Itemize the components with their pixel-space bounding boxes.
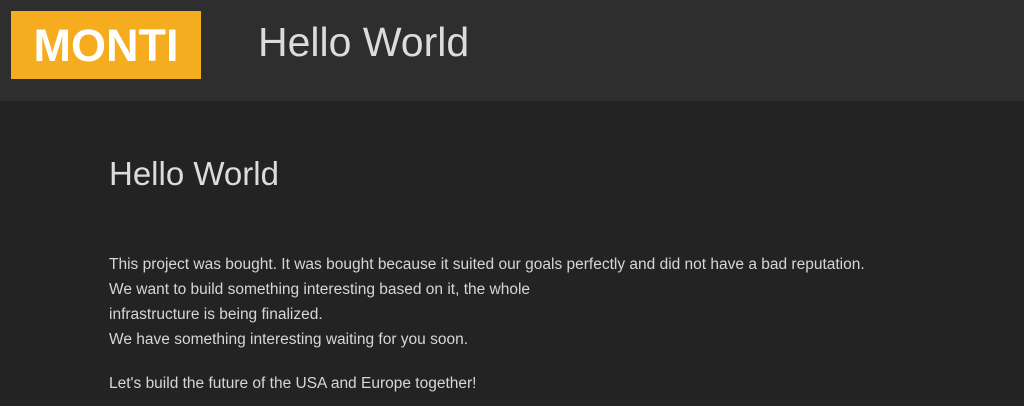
main-content: Hello World This project was bought. It … <box>0 101 1024 406</box>
site-title[interactable]: Hello World <box>258 22 469 63</box>
closing-paragraph: Let's build the future of the USA and Eu… <box>109 375 477 392</box>
paragraph-line: This project was bought. It was bought b… <box>109 256 865 273</box>
paragraph-line: We want to build something interesting b… <box>109 281 531 298</box>
paragraph-line: infrastructure is being finalized. <box>109 306 323 323</box>
paragraph-line: We have something interesting waiting fo… <box>109 331 468 348</box>
logo-text: MONTI <box>33 19 179 71</box>
intro-paragraph: This project was bought. It was bought b… <box>109 252 1009 352</box>
page-title: Hello World <box>109 155 279 192</box>
site-header: MONTI Hello World <box>0 0 1024 101</box>
site-logo[interactable]: MONTI <box>11 11 201 79</box>
